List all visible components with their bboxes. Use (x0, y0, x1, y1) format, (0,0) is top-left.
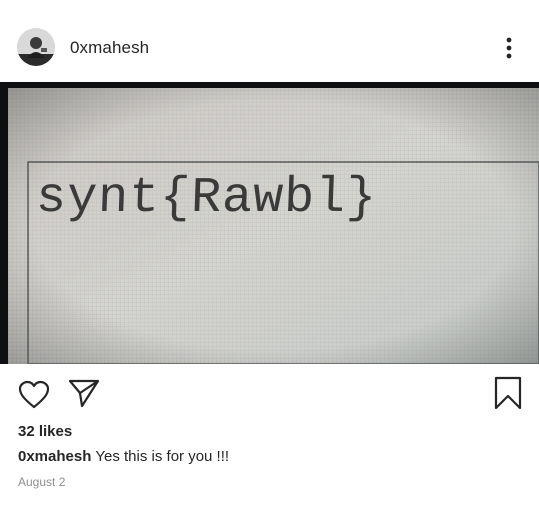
likes-count[interactable]: 32 likes (18, 423, 72, 440)
avatar-image (17, 28, 55, 66)
save-button[interactable] (494, 376, 522, 415)
post-date: August 2 (18, 475, 66, 489)
post-image-text: synt{Rawbl} (35, 170, 379, 227)
heart-icon (18, 380, 50, 409)
avatar[interactable] (17, 28, 55, 66)
post-username[interactable]: 0xmahesh (70, 38, 149, 58)
post-actions-bar (0, 364, 539, 420)
send-icon (68, 379, 100, 408)
more-options-button[interactable] (499, 34, 519, 62)
caption-username[interactable]: 0xmahesh (18, 448, 91, 465)
caption-text: Yes this is for you !!! (95, 448, 230, 465)
share-button[interactable] (68, 378, 100, 413)
bookmark-icon (494, 376, 522, 410)
like-button[interactable] (18, 380, 50, 415)
post-image[interactable]: synt{Rawbl} (0, 82, 539, 364)
post-caption: 0xmahesh Yes this is for you !!! (18, 448, 229, 465)
more-vertical-icon (506, 37, 512, 59)
post-header: 0xmahesh (0, 0, 539, 82)
